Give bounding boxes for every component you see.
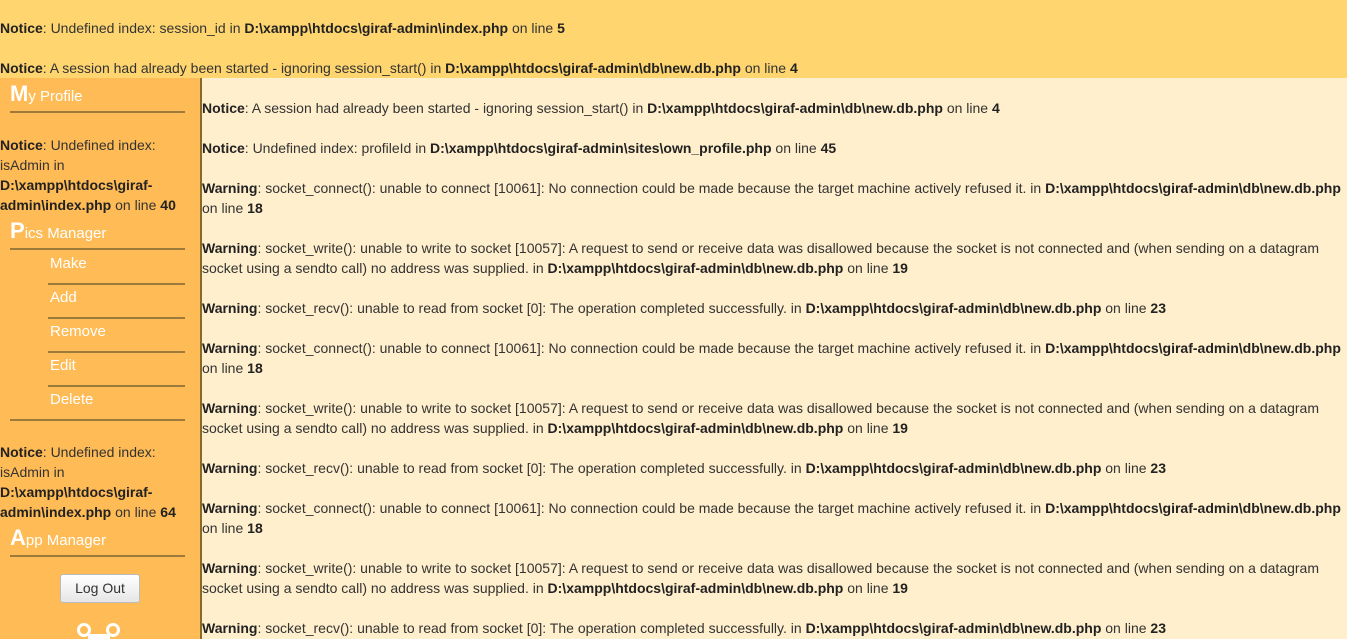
sidebar-php-notice: Notice: Undefined index: isAdmin in D:\x… [0, 444, 176, 520]
pics-remove-link[interactable]: Remove [48, 319, 185, 353]
top-notice-bar: Notice: Undefined index: session_id in D… [0, 0, 1347, 78]
php-warning: Warning: socket_recv(): unable to read f… [202, 300, 1166, 316]
php-notice: Notice: A session had already been start… [202, 100, 1000, 116]
my-profile-link[interactable]: My Profile [10, 83, 185, 113]
php-warning: Warning: socket_write(): unable to write… [202, 400, 1320, 436]
php-notice: Notice: Undefined index: profileId in D:… [202, 140, 837, 156]
pics-delete-link[interactable]: Delete [10, 387, 185, 421]
pics-add-link[interactable]: Add [48, 285, 185, 319]
php-warning: Warning: socket_connect(): unable to con… [202, 340, 1341, 376]
sidebar: My Profile Notice: Undefined index: isAd… [0, 78, 202, 639]
php-warning: Warning: socket_write(): unable to write… [202, 560, 1320, 596]
pics-manager-heading[interactable]: Pics Manager [10, 220, 185, 250]
php-warning: Warning: socket_write(): unable to write… [202, 240, 1320, 276]
sidebar-php-notice: Notice: Undefined index: isAdmin in D:\x… [0, 137, 176, 213]
php-notice: Notice: Undefined index: session_id in D… [0, 20, 565, 36]
main-content: Notice: A session had already been start… [202, 78, 1347, 639]
php-warning: Warning: socket_recv(): unable to read f… [202, 460, 1166, 476]
pics-make-link[interactable]: Make [48, 251, 185, 285]
php-warning: Warning: socket_connect(): unable to con… [202, 500, 1341, 536]
php-notice: Notice: A session had already been start… [0, 60, 798, 76]
app-manager-heading[interactable]: App Manager [10, 527, 185, 557]
php-warning: Warning: socket_recv(): unable to read f… [202, 620, 1166, 636]
giraffe-logo-icon [77, 623, 120, 639]
php-warning: Warning: socket_connect(): unable to con… [202, 180, 1341, 216]
pics-edit-link[interactable]: Edit [48, 353, 185, 387]
log-out-button[interactable]: Log Out [60, 574, 140, 603]
